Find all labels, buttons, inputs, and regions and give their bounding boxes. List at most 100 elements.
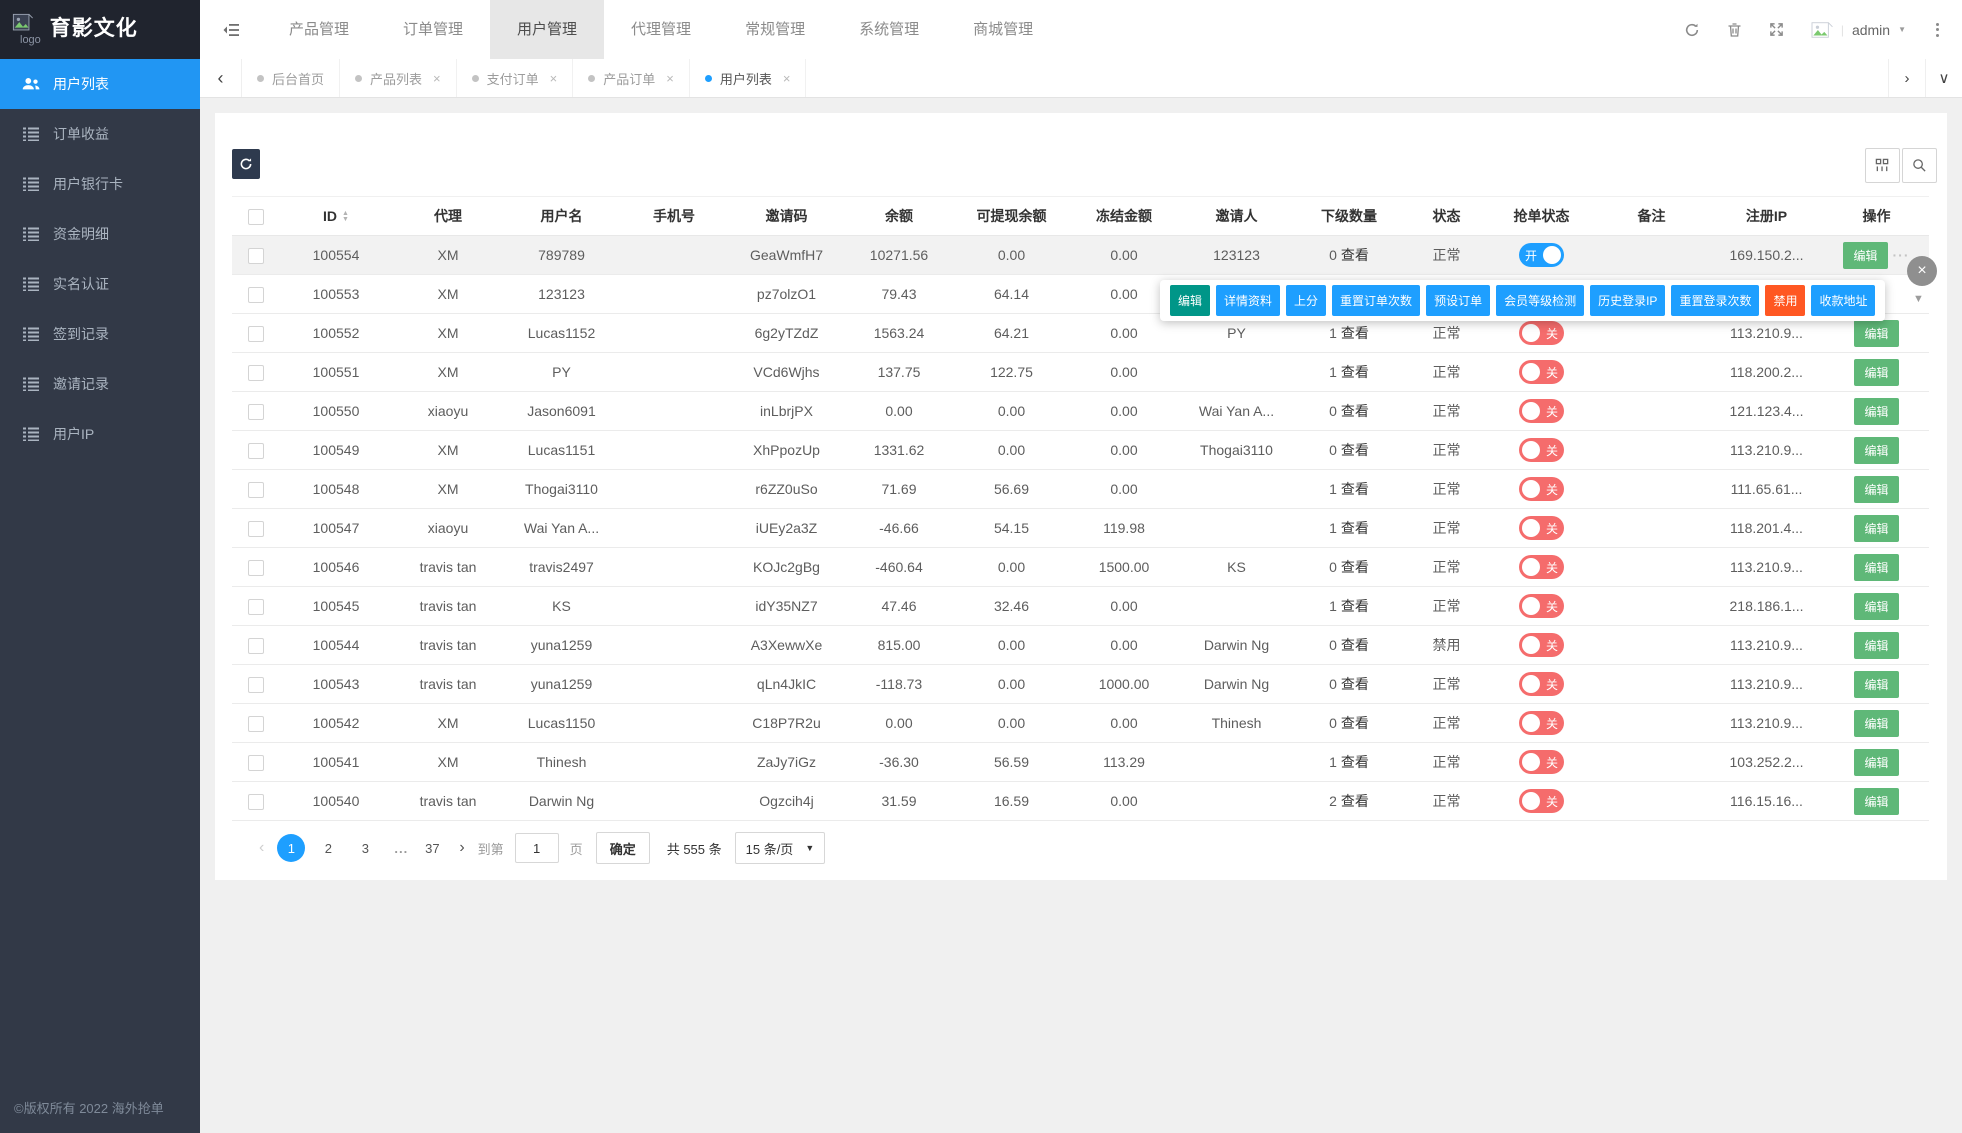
row-checkbox[interactable] <box>248 676 264 693</box>
edit-button[interactable]: 编辑 <box>1843 241 1888 269</box>
refresh-icon[interactable] <box>1684 22 1700 38</box>
column-filter-button[interactable] <box>1865 148 1900 183</box>
popup-action-button[interactable]: 详情资料 <box>1216 285 1281 316</box>
tabs-dropdown-button[interactable]: ∨ <box>1925 59 1962 97</box>
edit-button[interactable]: 编辑 <box>1854 631 1899 659</box>
page-tab[interactable]: 后台首页 <box>242 59 341 97</box>
nav-menu-item[interactable]: 系统管理 <box>832 0 946 59</box>
popup-action-button[interactable]: 会员等级检测 <box>1496 285 1585 316</box>
trash-icon[interactable] <box>1727 22 1742 38</box>
view-subordinates-link[interactable]: 查看 <box>1341 754 1369 770</box>
edit-button[interactable]: 编辑 <box>1854 319 1899 347</box>
row-checkbox[interactable] <box>248 403 264 420</box>
row-checkbox[interactable] <box>248 754 264 771</box>
edit-button[interactable]: 编辑 <box>1854 514 1899 542</box>
nav-menu-item[interactable]: 产品管理 <box>262 0 376 59</box>
edit-button[interactable]: 编辑 <box>1854 475 1899 503</box>
popup-close-button[interactable]: × <box>1907 256 1937 286</box>
grab-status-toggle[interactable]: 关 <box>1519 477 1564 501</box>
row-checkbox[interactable] <box>248 286 264 303</box>
popup-action-button[interactable]: 禁用 <box>1765 285 1806 316</box>
grab-status-toggle[interactable]: 关 <box>1519 516 1564 540</box>
grab-status-toggle[interactable]: 关 <box>1519 750 1564 774</box>
edit-button[interactable]: 编辑 <box>1854 553 1899 581</box>
popup-action-button[interactable]: 预设订单 <box>1426 285 1491 316</box>
popup-action-button[interactable]: 重置订单次数 <box>1332 285 1421 316</box>
sidebar-item[interactable]: 邀请记录 <box>0 359 200 409</box>
grab-status-toggle[interactable]: 关 <box>1519 711 1564 735</box>
grab-status-toggle[interactable]: 关 <box>1519 321 1564 345</box>
sort-icon[interactable]: ▲ ▼ <box>342 210 349 223</box>
page-tab[interactable]: 产品列表 × <box>340 59 457 97</box>
edit-button[interactable]: 编辑 <box>1854 436 1899 464</box>
page-size-select[interactable]: 15 条/页 ▼ <box>734 832 826 864</box>
nav-menu-item[interactable]: 商城管理 <box>946 0 1060 59</box>
tab-close-icon[interactable]: × <box>783 71 791 86</box>
row-checkbox[interactable] <box>248 520 264 537</box>
search-icon[interactable] <box>1902 148 1937 183</box>
view-subordinates-link[interactable]: 查看 <box>1341 793 1369 809</box>
view-subordinates-link[interactable]: 查看 <box>1341 442 1369 458</box>
tabs-scroll-right-button[interactable]: › <box>1888 59 1925 97</box>
user-menu[interactable]: | admin ▼ <box>1811 20 1906 40</box>
sidebar-item[interactable]: 订单收益 <box>0 109 200 159</box>
edit-button[interactable]: 编辑 <box>1854 358 1899 386</box>
edit-button[interactable]: 编辑 <box>1854 748 1899 776</box>
view-subordinates-link[interactable]: 查看 <box>1341 364 1369 380</box>
edit-button[interactable]: 编辑 <box>1854 709 1899 737</box>
more-menu-icon[interactable] <box>1933 20 1942 40</box>
view-subordinates-link[interactable]: 查看 <box>1341 676 1369 692</box>
popup-action-button[interactable]: 收款地址 <box>1811 285 1876 316</box>
view-subordinates-link[interactable]: 查看 <box>1341 637 1369 653</box>
row-checkbox[interactable] <box>248 793 264 810</box>
edit-button[interactable]: 编辑 <box>1854 592 1899 620</box>
nav-menu-item[interactable]: 常规管理 <box>718 0 832 59</box>
grab-status-toggle[interactable]: 关 <box>1519 672 1564 696</box>
row-checkbox[interactable] <box>248 481 264 498</box>
more-actions-icon[interactable]: ··· <box>1893 247 1910 263</box>
row-checkbox[interactable] <box>248 715 264 732</box>
view-subordinates-link[interactable]: 查看 <box>1341 715 1369 731</box>
confirm-page-button[interactable]: 确定 <box>595 832 650 864</box>
nav-menu-item[interactable]: 代理管理 <box>604 0 718 59</box>
page-number-button[interactable]: 37 <box>418 834 446 862</box>
page-tab[interactable]: 支付订单 × <box>457 59 574 97</box>
row-checkbox[interactable] <box>248 637 264 654</box>
prev-page-button[interactable]: ‹ <box>255 839 268 857</box>
sidebar-item[interactable]: 用户列表 <box>0 59 200 109</box>
row-checkbox[interactable] <box>248 247 264 264</box>
view-subordinates-link[interactable]: 查看 <box>1341 520 1369 536</box>
grab-status-toggle[interactable]: 关 <box>1519 438 1564 462</box>
row-checkbox[interactable] <box>248 598 264 615</box>
select-all-checkbox[interactable] <box>248 208 264 225</box>
nav-menu-item[interactable]: 用户管理 <box>490 0 605 59</box>
nav-menu-item[interactable]: 订单管理 <box>376 0 490 59</box>
row-checkbox[interactable] <box>248 325 264 342</box>
view-subordinates-link[interactable]: 查看 <box>1341 247 1369 263</box>
page-number-button[interactable]: ... <box>393 834 409 862</box>
fullscreen-icon[interactable] <box>1769 22 1784 37</box>
popup-action-button[interactable]: 编辑 <box>1170 285 1211 316</box>
grab-status-toggle[interactable]: 关 <box>1519 594 1564 618</box>
sidebar-item[interactable]: 资金明细 <box>0 209 200 259</box>
sidebar-item[interactable]: 用户IP <box>0 409 200 459</box>
view-subordinates-link[interactable]: 查看 <box>1341 403 1369 419</box>
page-number-button[interactable]: 3 <box>351 834 379 862</box>
view-subordinates-link[interactable]: 查看 <box>1341 481 1369 497</box>
edit-button[interactable]: 编辑 <box>1854 670 1899 698</box>
collapse-sidebar-icon[interactable] <box>200 23 262 37</box>
row-checkbox[interactable] <box>248 442 264 459</box>
next-page-button[interactable]: › <box>455 839 468 857</box>
tab-close-icon[interactable]: × <box>433 71 441 86</box>
grab-status-toggle[interactable]: 开 <box>1519 243 1564 267</box>
sidebar-item[interactable]: 签到记录 <box>0 309 200 359</box>
page-number-button[interactable]: 2 <box>314 834 342 862</box>
tabs-scroll-left-button[interactable]: ‹ <box>200 59 242 97</box>
tab-close-icon[interactable]: × <box>666 71 674 86</box>
edit-button[interactable]: 编辑 <box>1854 787 1899 815</box>
row-checkbox[interactable] <box>248 364 264 381</box>
goto-page-input[interactable] <box>514 833 559 863</box>
tab-close-icon[interactable]: × <box>550 71 558 86</box>
view-subordinates-link[interactable]: 查看 <box>1341 598 1369 614</box>
grab-status-toggle[interactable]: 关 <box>1519 555 1564 579</box>
